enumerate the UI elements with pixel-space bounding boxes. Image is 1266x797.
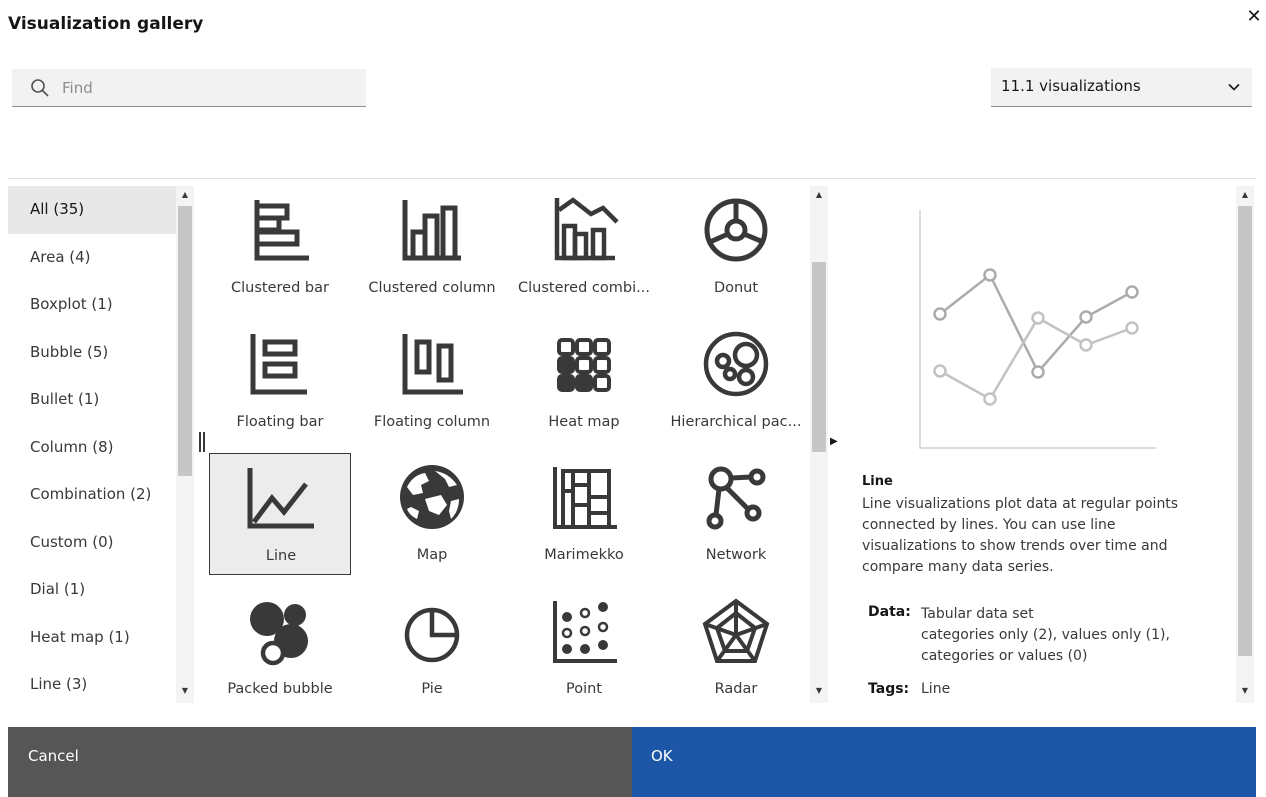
viz-tile-point[interactable]: Point <box>513 587 655 703</box>
category-item-bubble[interactable]: Bubble (5) <box>8 329 176 377</box>
viz-tile-donut[interactable]: Donut <box>665 186 807 308</box>
version-select[interactable]: 11.1 visualizations <box>991 68 1252 107</box>
viz-tile-clustered-column[interactable]: Clustered column <box>361 186 503 308</box>
search-icon <box>31 79 49 97</box>
marimekko-icon <box>553 467 617 529</box>
viz-tile-floating-bar[interactable]: Floating bar <box>209 320 351 442</box>
viz-label: Network <box>705 547 767 563</box>
network-icon <box>706 466 766 530</box>
viz-tile-line[interactable]: Line <box>209 453 351 575</box>
data-label: Data: <box>868 604 911 620</box>
cancel-button[interactable]: Cancel <box>8 727 632 797</box>
viz-label: Hierarchical pac... <box>670 414 802 430</box>
category-item-all[interactable]: All (35) <box>8 186 176 234</box>
viz-label: Map <box>416 547 448 563</box>
line-chart-icon <box>247 468 314 529</box>
viz-tile-clustered-combination[interactable]: Clustered combi... <box>513 186 655 308</box>
category-item-boxplot[interactable]: Boxplot (1) <box>8 281 176 329</box>
details-scrollbar[interactable]: ▲ ▼ <box>1236 186 1254 703</box>
radar-icon <box>702 598 770 663</box>
data-line: categories only (2), values only (1), <box>921 627 1170 643</box>
viz-tile-packed-bubble[interactable]: Packed bubble <box>209 587 351 703</box>
viz-label: Clustered combi... <box>518 280 650 296</box>
viz-tile-clustered-bar[interactable]: Clustered bar <box>209 186 351 308</box>
viz-tile-radar[interactable]: Radar <box>665 587 807 703</box>
viz-label: Pie <box>421 681 443 697</box>
packed-bubble-icon <box>250 602 308 666</box>
pie-icon <box>404 607 460 663</box>
hierarchical-packed-bubble-icon <box>703 331 769 397</box>
grid-scrollbar[interactable]: ▲ ▼ <box>810 186 828 703</box>
details-panel: Line Line visualizations plot data at re… <box>840 186 1236 703</box>
data-line: categories or values (0) <box>921 648 1088 664</box>
category-scrollbar[interactable]: ▲ ▼ <box>176 186 194 703</box>
category-list: All (35) Area (4) Boxplot (1) Bubble (5)… <box>8 186 176 703</box>
category-item-area[interactable]: Area (4) <box>8 234 176 282</box>
ok-button[interactable]: OK <box>632 727 1256 797</box>
viz-label: Donut <box>713 280 759 296</box>
version-select-value: 11.1 visualizations <box>1001 77 1141 95</box>
divider <box>8 178 1256 179</box>
data-value: Tabular data set categories only (2), va… <box>921 604 1221 667</box>
viz-label: Floating bar <box>236 414 324 430</box>
viz-tile-map[interactable]: Map <box>361 453 503 575</box>
expand-panel-icon[interactable]: ▶ <box>830 436 838 447</box>
category-item-custom[interactable]: Custom (0) <box>8 519 176 567</box>
viz-label: Clustered column <box>368 280 496 296</box>
pane-resize-handle[interactable] <box>199 432 205 452</box>
scroll-down-arrow[interactable]: ▼ <box>810 686 828 695</box>
viz-tile-pie[interactable]: Pie <box>361 587 503 703</box>
search-input[interactable] <box>62 69 352 106</box>
data-line: Tabular data set <box>921 606 1034 622</box>
viz-tile-hierarchical-packed-bubble[interactable]: Hierarchical pac... <box>665 320 807 442</box>
scroll-down-arrow[interactable]: ▼ <box>1236 686 1254 695</box>
viz-label: Point <box>565 681 602 697</box>
floating-column-icon <box>402 334 463 395</box>
donut-icon <box>704 198 768 262</box>
viz-name: Line <box>862 474 893 489</box>
scroll-up-arrow[interactable]: ▲ <box>1236 190 1254 199</box>
chevron-down-icon <box>1228 83 1240 91</box>
viz-label: Marimekko <box>544 547 624 563</box>
clustered-combination-icon <box>554 197 619 261</box>
search-box[interactable] <box>12 69 366 107</box>
point-icon <box>553 601 617 663</box>
floating-bar-icon <box>250 334 307 395</box>
close-icon[interactable]: ✕ <box>1243 6 1265 28</box>
clustered-column-icon <box>402 200 461 261</box>
tags-value: Line <box>921 681 951 697</box>
line-chart-preview <box>919 210 1156 449</box>
scrollbar-thumb[interactable] <box>178 206 192 476</box>
globe-icon <box>400 465 464 529</box>
viz-description: Line visualizations plot data at regular… <box>862 496 1179 575</box>
viz-label: Clustered bar <box>231 280 329 296</box>
scrollbar-thumb[interactable] <box>1238 206 1252 656</box>
heat-map-icon <box>557 338 611 392</box>
category-item-line[interactable]: Line (3) <box>8 661 176 703</box>
viz-label: Heat map <box>548 414 620 430</box>
scroll-down-arrow[interactable]: ▼ <box>176 686 194 695</box>
viz-label: Packed bubble <box>227 681 333 697</box>
viz-tile-network[interactable]: Network <box>665 453 807 575</box>
dialog-title: Visualization gallery <box>8 14 204 34</box>
category-item-heat-map[interactable]: Heat map (1) <box>8 614 176 662</box>
scroll-up-arrow[interactable]: ▲ <box>810 190 828 199</box>
clustered-bar-icon <box>254 200 309 261</box>
tags-label: Tags: <box>868 681 910 697</box>
viz-tile-marimekko[interactable]: Marimekko <box>513 453 655 575</box>
viz-tile-floating-column[interactable]: Floating column <box>361 320 503 442</box>
category-item-bullet[interactable]: Bullet (1) <box>8 376 176 424</box>
viz-label: Radar <box>714 681 758 697</box>
viz-label: Floating column <box>373 414 491 430</box>
viz-label: Line <box>265 548 297 564</box>
visualization-grid: Clustered bar Clustered column Clustered… <box>208 186 810 703</box>
category-item-combination[interactable]: Combination (2) <box>8 471 176 519</box>
category-item-dial[interactable]: Dial (1) <box>8 566 176 614</box>
viz-tile-heat-map[interactable]: Heat map <box>513 320 655 442</box>
scrollbar-thumb[interactable] <box>812 262 826 452</box>
category-item-column[interactable]: Column (8) <box>8 424 176 472</box>
scroll-up-arrow[interactable]: ▲ <box>176 190 194 199</box>
